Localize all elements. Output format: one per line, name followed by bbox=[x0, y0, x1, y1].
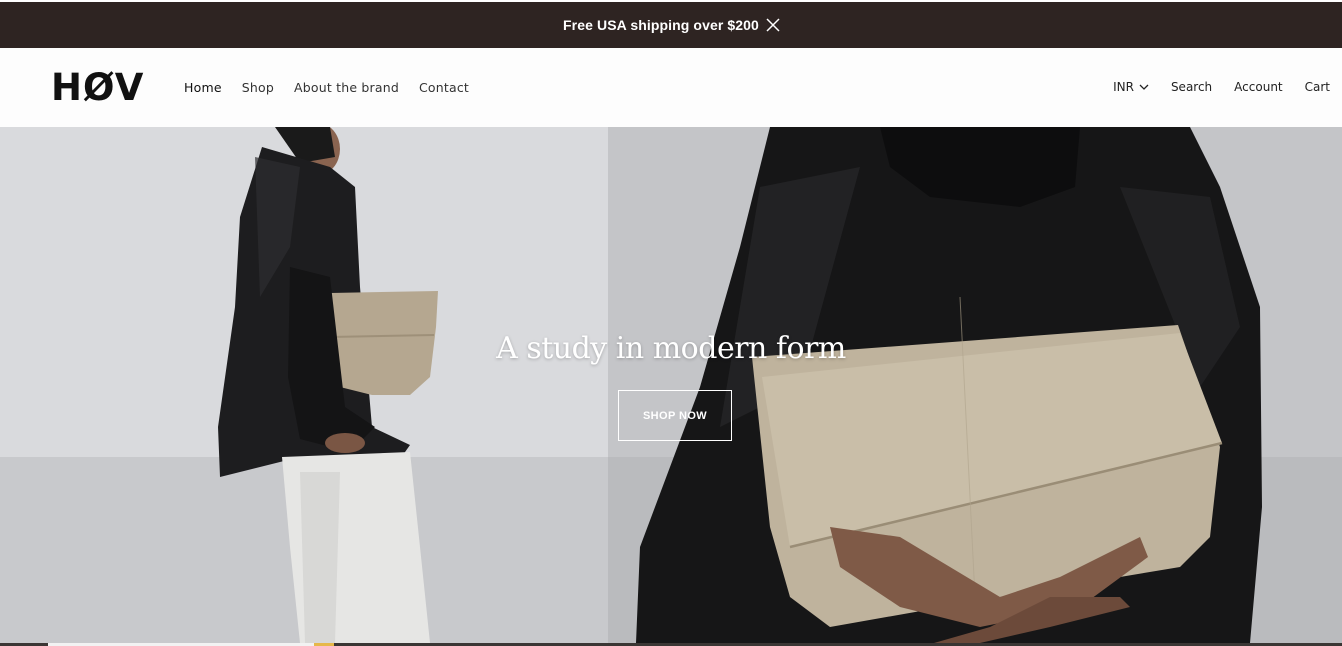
nav-shop[interactable]: Shop bbox=[242, 80, 274, 95]
main-nav: Home Shop About the brand Contact bbox=[184, 80, 489, 95]
header-utilities: INR Search Account Cart bbox=[1091, 80, 1330, 94]
nav-contact[interactable]: Contact bbox=[419, 80, 469, 95]
nav-home[interactable]: Home bbox=[184, 80, 222, 95]
nav-about-the-brand[interactable]: About the brand bbox=[294, 80, 399, 95]
currency-selector[interactable]: INR bbox=[1113, 80, 1149, 94]
cart-link[interactable]: Cart bbox=[1305, 80, 1330, 94]
site-header: HØV Home Shop About the brand Contact IN… bbox=[0, 48, 1342, 127]
hero-image bbox=[0, 127, 1342, 643]
chevron-down-icon bbox=[1139, 84, 1149, 90]
shop-now-button[interactable]: SHOP NOW bbox=[618, 390, 732, 441]
hero-title: A study in modern form bbox=[496, 331, 846, 366]
close-icon[interactable] bbox=[766, 18, 780, 32]
announcement-bar: Free USA shipping over $200 bbox=[0, 2, 1342, 48]
brand-logo[interactable]: HØV bbox=[51, 67, 144, 109]
hero-banner: A study in modern form SHOP NOW bbox=[0, 127, 1342, 643]
account-link[interactable]: Account bbox=[1234, 80, 1282, 94]
currency-label: INR bbox=[1113, 80, 1134, 94]
search-link[interactable]: Search bbox=[1171, 80, 1212, 94]
announcement-text: Free USA shipping over $200 bbox=[563, 17, 759, 33]
